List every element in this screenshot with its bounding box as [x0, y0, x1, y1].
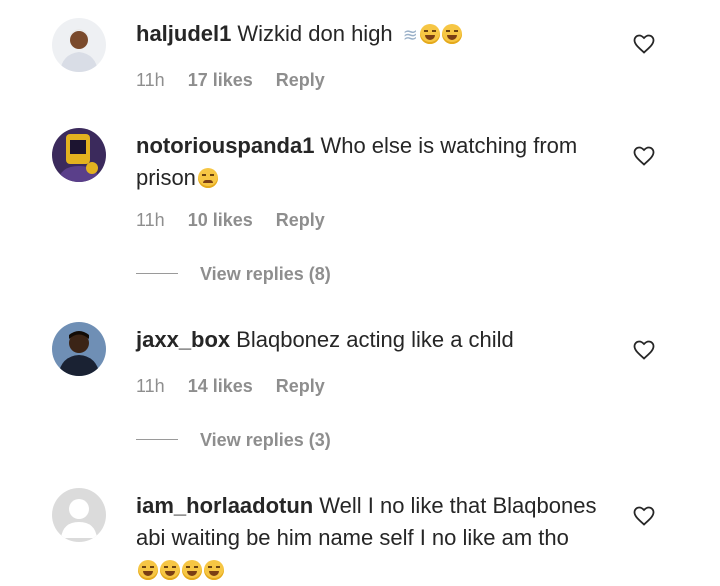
comment-likes[interactable]: 14 likes	[188, 376, 253, 396]
comment-text: haljudel1 Wizkid don high ≋	[136, 18, 606, 51]
heart-icon[interactable]	[632, 32, 656, 56]
comment-body: Who else is watching from	[320, 133, 578, 158]
comment-username[interactable]: iam_horlaadotun	[136, 493, 313, 518]
crying-icon	[197, 168, 218, 188]
view-replies-label: View replies (8)	[200, 264, 331, 284]
grin-squint-icon	[138, 560, 158, 580]
avatar[interactable]	[52, 488, 106, 542]
replies-divider	[136, 439, 178, 440]
comment-time: 11h	[136, 70, 165, 90]
dash-icon: ≋	[402, 25, 418, 45]
view-replies-button[interactable]: View replies (3)	[136, 430, 331, 451]
comment-username[interactable]: haljudel1	[136, 21, 231, 46]
view-replies-button[interactable]: View replies (8)	[136, 264, 331, 285]
heart-icon[interactable]	[632, 144, 656, 168]
avatar[interactable]	[52, 322, 106, 376]
heart-icon[interactable]	[632, 504, 656, 528]
comment-body: Blaqbonez acting like a child	[236, 327, 514, 352]
comment-body: Well I no like that Blaqbones	[319, 493, 597, 518]
comment-meta: 11h 14 likes Reply	[136, 376, 343, 397]
reply-button[interactable]: Reply	[276, 70, 325, 90]
comment-time: 11h	[136, 210, 165, 230]
heart-icon[interactable]	[632, 338, 656, 362]
view-replies-label: View replies (3)	[200, 430, 331, 450]
comment-body-continued: abi waiting be him name self I no like a…	[136, 525, 569, 550]
comment-text: iam_horlaadotun Well I no like that Blaqb…	[136, 490, 606, 586]
grin-squint-icon	[441, 24, 462, 44]
comment-likes[interactable]: 10 likes	[188, 210, 253, 230]
comment-username[interactable]: jaxx_box	[136, 327, 230, 352]
comment-body-continued: prison	[136, 165, 196, 190]
comment-meta: 11h 10 likes Reply	[136, 210, 343, 231]
reply-button[interactable]: Reply	[276, 376, 325, 396]
reply-button[interactable]: Reply	[276, 210, 325, 230]
comment-time: 11h	[136, 376, 165, 396]
comment-meta: 11h 17 likes Reply	[136, 70, 343, 91]
comment-body: Wizkid don high	[237, 21, 393, 46]
grin-squint-icon	[182, 560, 202, 580]
grin-squint-icon	[160, 560, 180, 580]
comment-text: notoriouspanda1 Who else is watching from…	[136, 130, 606, 194]
comment-username[interactable]: notoriouspanda1	[136, 133, 314, 158]
replies-divider	[136, 273, 178, 274]
avatar[interactable]	[52, 128, 106, 182]
comment-likes[interactable]: 17 likes	[188, 70, 253, 90]
comment-text: jaxx_box Blaqbonez acting like a child	[136, 324, 606, 356]
grin-squint-icon	[419, 24, 440, 44]
avatar[interactable]	[52, 18, 106, 72]
grin-squint-icon	[204, 560, 224, 580]
